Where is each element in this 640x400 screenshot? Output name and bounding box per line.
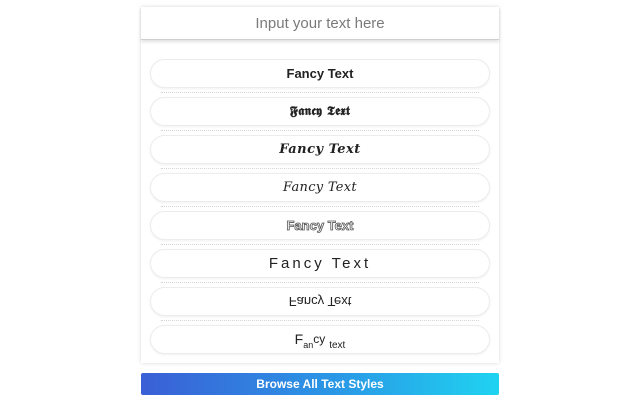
style-preview-italic-script: Fancy Text xyxy=(283,180,357,195)
style-item-spaced[interactable]: Fancy Text xyxy=(150,249,490,283)
style-preview-spaced: Fancy Text xyxy=(268,255,372,272)
style-preview-bold: Fancy Text xyxy=(286,66,354,81)
wavy-part-2: an xyxy=(303,339,314,350)
style-preview-gothic: 𝕱𝖆𝖓𝖈𝖞 𝕿𝖊𝖝𝖙 xyxy=(289,104,351,119)
style-item-gothic[interactable]: 𝕱𝖆𝖓𝖈𝖞 𝕿𝖊𝖝𝖙 xyxy=(150,97,490,131)
wavy-part-1: F xyxy=(294,330,304,347)
styles-panel: Fancy Text 𝕱𝖆𝖓𝖈𝖞 𝕿𝖊𝖝𝖙 Fancy Text Fancy T… xyxy=(141,7,499,363)
style-preview-flipped: Fancy Text xyxy=(288,294,352,309)
browse-all-styles-button[interactable]: Browse All Text Styles xyxy=(141,373,499,395)
text-input[interactable] xyxy=(141,7,499,40)
style-item-wavy[interactable]: Fan cy text xyxy=(150,325,490,354)
style-list: Fancy Text 𝕱𝖆𝖓𝖈𝖞 𝕿𝖊𝖝𝖙 Fancy Text Fancy T… xyxy=(150,59,490,363)
style-preview-bold-italic-script: Fancy Text xyxy=(279,142,361,157)
style-item-outline[interactable]: Fancy Text xyxy=(150,211,490,245)
style-item-bold[interactable]: Fancy Text xyxy=(150,59,490,93)
style-item-italic-script[interactable]: Fancy Text xyxy=(150,173,490,207)
style-preview-outline: Fancy Text xyxy=(286,218,354,234)
style-item-flipped[interactable]: Fancy Text xyxy=(150,287,490,321)
extension-popup: Fancy Text 𝕱𝖆𝖓𝖈𝖞 𝕿𝖊𝖝𝖙 Fancy Text Fancy T… xyxy=(0,0,640,400)
wavy-part-3: cy xyxy=(313,331,326,346)
wavy-part-4: text xyxy=(329,339,346,351)
style-preview-wavy: Fan cy text xyxy=(294,330,346,351)
style-item-bold-italic-script[interactable]: Fancy Text xyxy=(150,135,490,169)
